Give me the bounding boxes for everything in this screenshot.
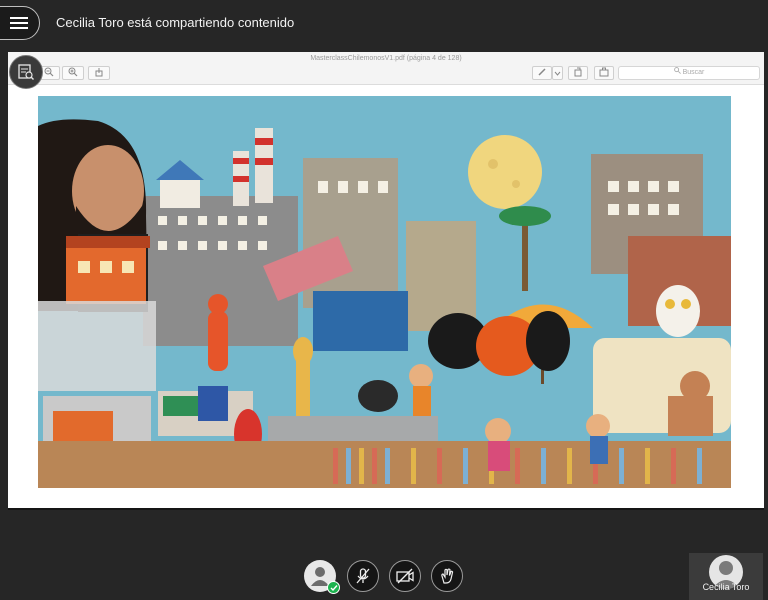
zoom-out-icon — [44, 67, 54, 77]
share-title: Cecilia Toro está compartiendo contenido — [56, 15, 295, 30]
chevron-down-icon — [554, 71, 561, 76]
search-input[interactable]: Buscar — [618, 66, 760, 80]
camera-off-icon — [396, 568, 414, 584]
checkmark-icon — [330, 584, 338, 591]
participant-name: Cecilia Toro — [702, 582, 750, 592]
microphone-button[interactable] — [347, 560, 379, 592]
rotate-button[interactable] — [568, 66, 588, 80]
toolbox-button[interactable] — [594, 66, 614, 80]
raise-hand-button[interactable] — [431, 560, 463, 592]
share-icon — [95, 68, 103, 77]
shared-content-window: MasterclassChilemonosV1.pdf (página 4 de… — [8, 52, 764, 509]
raise-hand-icon — [441, 568, 454, 584]
camera-button[interactable] — [389, 560, 421, 592]
menu-button[interactable] — [0, 6, 40, 40]
pdf-page — [38, 96, 731, 488]
share-button[interactable] — [88, 66, 110, 80]
search-placeholder: Buscar — [682, 69, 705, 76]
rotate-icon — [574, 67, 582, 77]
pdf-toolbar: MasterclassChilemonosV1.pdf (página 4 de… — [8, 52, 764, 85]
participant-tile[interactable]: Cecilia Toro — [689, 553, 763, 600]
viewer-shadow — [8, 508, 764, 510]
document-title: MasterclassChilemonosV1.pdf (página 4 de… — [310, 55, 462, 62]
annotation-tool-icon — [18, 64, 34, 80]
search-icon — [673, 67, 681, 74]
status-badge — [327, 581, 340, 594]
clay-scene-image — [38, 96, 731, 488]
toolbox-icon — [599, 67, 609, 77]
highlight-button[interactable] — [532, 66, 552, 80]
annotation-tool-button[interactable] — [9, 55, 43, 89]
pen-icon — [538, 68, 546, 76]
microphone-off-icon — [356, 568, 370, 584]
zoom-in-icon — [68, 67, 78, 77]
zoom-in-button[interactable] — [62, 66, 84, 80]
highlight-dropdown[interactable] — [552, 66, 563, 80]
hamburger-menu-icon — [10, 17, 28, 29]
